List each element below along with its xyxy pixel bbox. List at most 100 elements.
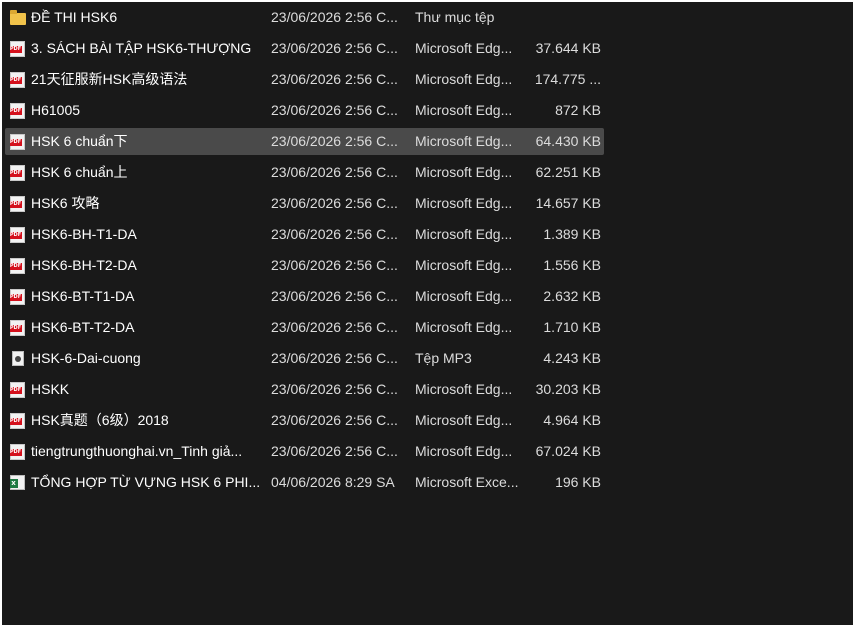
file-type: Microsoft Edg...: [415, 257, 513, 273]
pdf-icon: [10, 226, 25, 243]
file-icon-cell: [10, 281, 28, 312]
file-row[interactable]: HSK-6-Dai-cuong 23/06/2026 2:56 C... Tệp M…: [2, 343, 853, 374]
file-date-modified: 23/06/2026 2:56 C...: [271, 443, 398, 459]
file-date-modified: 23/06/2026 2:56 C...: [271, 71, 398, 87]
file-type: Microsoft Edg...: [415, 288, 513, 304]
file-type: Tệp MP3: [415, 350, 472, 366]
file-row[interactable]: HSK6-BH-T1-DA 23/06/2026 2:56 C... Microso…: [2, 219, 853, 250]
file-date-modified: 23/06/2026 2:56 C...: [271, 195, 398, 211]
file-icon-cell: [10, 219, 28, 250]
file-name: HSK6 攻略: [31, 195, 100, 211]
pdf-icon: [10, 288, 25, 305]
file-row[interactable]: tiengtrungthuonghai.vn_Tinh giả... 23/06/…: [2, 436, 853, 467]
file-size: 4.964 KB: [543, 412, 601, 428]
file-icon-cell: [10, 95, 28, 126]
file-icon-cell: [10, 312, 28, 343]
file-date-modified: 23/06/2026 2:56 C...: [271, 257, 398, 273]
file-type: Microsoft Edg...: [415, 381, 513, 397]
file-size: 1.556 KB: [543, 257, 601, 273]
file-icon-cell: [10, 343, 28, 374]
file-size: [522, 2, 601, 33]
pdf-icon: [10, 102, 25, 119]
file-row[interactable]: HSK6 攻略 23/06/2026 2:56 C... Microsoft Edg…: [2, 188, 853, 219]
file-type: Microsoft Edg...: [415, 71, 513, 87]
file-name: HSK6-BT-T1-DA: [31, 288, 135, 304]
file-name: HSK6-BH-T2-DA: [31, 257, 137, 273]
mp3-icon: [12, 351, 24, 366]
pdf-icon: [10, 195, 25, 212]
file-icon-cell: [10, 33, 28, 64]
file-date-modified: 23/06/2026 2:56 C...: [271, 40, 398, 56]
file-type: Microsoft Edg...: [415, 195, 513, 211]
file-type: Microsoft Edg...: [415, 40, 513, 56]
file-type: Microsoft Edg...: [415, 412, 513, 428]
file-name: HSK真题（6级）2018: [31, 412, 169, 428]
xlsx-icon: [10, 475, 25, 490]
file-row[interactable]: TỔNG HỢP TỪ VỰNG HSK 6 PHI... 04/06/2026 …: [2, 467, 853, 498]
file-date-modified: 23/06/2026 2:56 C...: [271, 319, 398, 335]
file-row[interactable]: HSK 6 chuẩn下 23/06/2026 2:56 C... Microsof…: [2, 126, 853, 157]
file-size: 62.251 KB: [535, 164, 601, 180]
file-type: Microsoft Edg...: [415, 102, 513, 118]
file-date-modified: 23/06/2026 2:56 C...: [271, 9, 398, 25]
file-row[interactable]: HSK6-BT-T1-DA 23/06/2026 2:56 C... Microso…: [2, 281, 853, 312]
file-size: 30.203 KB: [535, 381, 601, 397]
file-type: Microsoft Edg...: [415, 226, 513, 242]
file-list: ĐỀ THI HSK6 23/06/2026 2:56 C... Thư mục t…: [2, 2, 853, 498]
file-size: 37.644 KB: [535, 40, 601, 56]
file-name: ĐỀ THI HSK6: [31, 9, 118, 25]
file-icon-cell: [10, 188, 28, 219]
file-type: Microsoft Edg...: [415, 164, 513, 180]
file-row[interactable]: HSKK 23/06/2026 2:56 C... Microsoft Edg...…: [2, 374, 853, 405]
pdf-icon: [10, 381, 25, 398]
pdf-icon: [10, 164, 25, 181]
pdf-icon: [10, 257, 25, 274]
file-date-modified: 23/06/2026 2:56 C...: [271, 288, 398, 304]
file-type: Microsoft Edg...: [415, 319, 513, 335]
file-row[interactable]: HSK6-BH-T2-DA 23/06/2026 2:56 C... Microso…: [2, 250, 853, 281]
file-row[interactable]: HSK真题（6级）2018 23/06/2026 2:56 C... Microso…: [2, 405, 853, 436]
file-icon-cell: [10, 64, 28, 95]
file-date-modified: 23/06/2026 2:56 C...: [271, 102, 398, 118]
file-icon-cell: [10, 250, 28, 281]
pdf-icon: [10, 133, 25, 150]
file-date-modified: 23/06/2026 2:56 C...: [271, 164, 398, 180]
file-size: 64.430 KB: [535, 133, 601, 149]
file-icon-cell: [10, 126, 28, 157]
file-size: 196 KB: [555, 474, 601, 490]
file-size: 872 KB: [555, 102, 601, 118]
file-icon-cell: [10, 436, 28, 467]
file-type: Microsoft Edg...: [415, 443, 513, 459]
file-size: 4.243 KB: [543, 350, 601, 366]
file-size: 14.657 KB: [535, 195, 601, 211]
file-name: 21天征服新HSK高级语法: [31, 71, 188, 87]
file-icon-cell: [10, 467, 28, 498]
file-date-modified: 23/06/2026 2:56 C...: [271, 412, 398, 428]
file-name: TỔNG HỢP TỪ VỰNG HSK 6 PHI...: [31, 474, 261, 490]
file-name: 3. SÁCH BÀI TẬP HSK6-THƯỢNG: [31, 40, 252, 56]
file-date-modified: 23/06/2026 2:56 C...: [271, 133, 398, 149]
file-row[interactable]: HSK 6 chuẩn上 23/06/2026 2:56 C... Microsof…: [2, 157, 853, 188]
file-icon-cell: [10, 374, 28, 405]
file-name: HSK6-BH-T1-DA: [31, 226, 137, 242]
pdf-icon: [10, 443, 25, 460]
file-name: HSK 6 chuẩn下: [31, 133, 128, 149]
pdf-icon: [10, 412, 25, 429]
file-row[interactable]: 21天征服新HSK高级语法 23/06/2026 2:56 C... Microso…: [2, 64, 853, 95]
file-type: Microsoft Exce...: [415, 474, 519, 490]
file-date-modified: 23/06/2026 2:56 C...: [271, 381, 398, 397]
file-date-modified: 04/06/2026 8:29 SA: [271, 474, 395, 490]
pdf-icon: [10, 71, 25, 88]
file-name: tiengtrungthuonghai.vn_Tinh giả...: [31, 443, 243, 459]
file-row[interactable]: HSK6-BT-T2-DA 23/06/2026 2:56 C... Microso…: [2, 312, 853, 343]
file-size: 2.632 KB: [543, 288, 601, 304]
file-row[interactable]: H61005 23/06/2026 2:56 C... Microsoft Edg.…: [2, 95, 853, 126]
file-row[interactable]: 3. SÁCH BÀI TẬP HSK6-THƯỢNG 23/06/2026 2:…: [2, 33, 853, 64]
file-icon-cell: [10, 157, 28, 188]
file-row[interactable]: ĐỀ THI HSK6 23/06/2026 2:56 C... Thư mục t…: [2, 2, 853, 33]
file-name: HSKK: [31, 381, 70, 397]
file-name: HSK-6-Dai-cuong: [31, 350, 141, 366]
pdf-icon: [10, 40, 25, 57]
file-name: HSK 6 chuẩn上: [31, 164, 128, 180]
file-size: 1.710 KB: [543, 319, 601, 335]
